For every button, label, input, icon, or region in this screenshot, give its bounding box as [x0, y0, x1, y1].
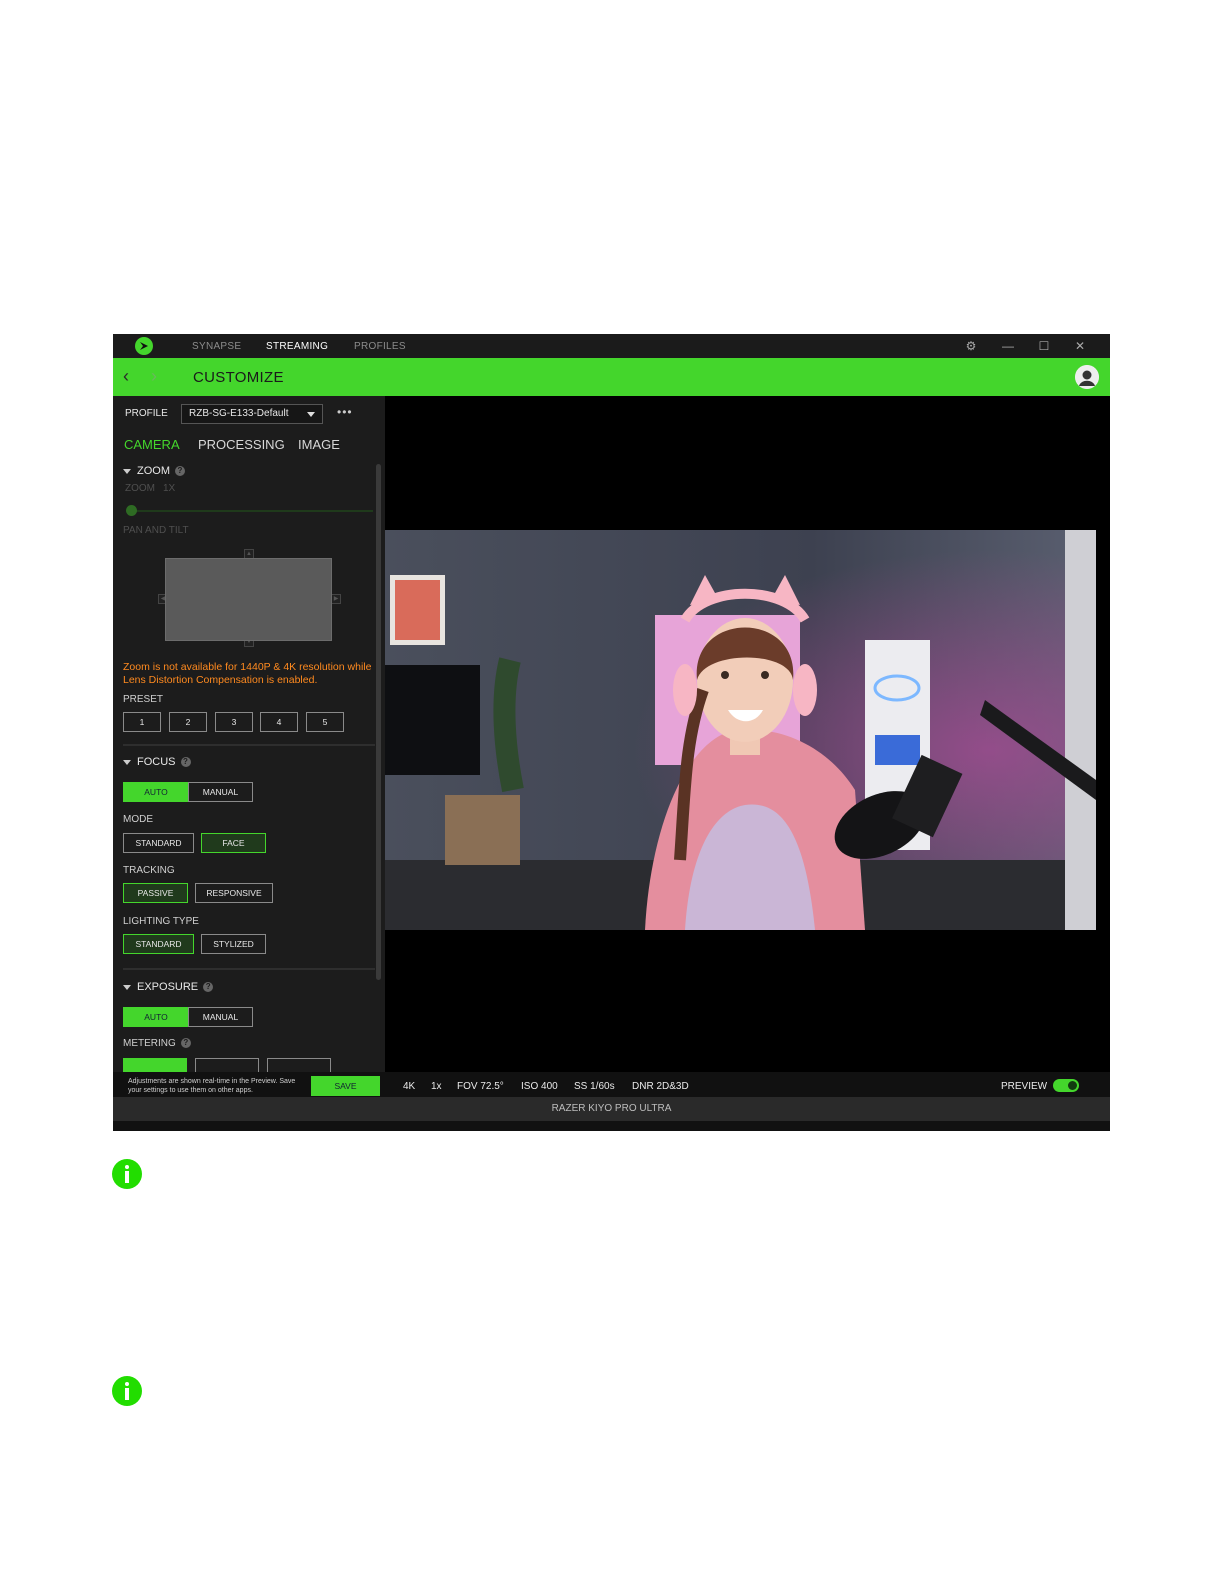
collapse-triangle-icon: [123, 468, 131, 474]
zoom-title: ZOOM: [137, 465, 170, 477]
lighting-type-label: LIGHTING TYPE: [123, 916, 199, 927]
nav-synapse[interactable]: SYNAPSE: [192, 341, 241, 352]
pan-tilt-area[interactable]: [165, 558, 332, 641]
info-icon: [112, 1376, 142, 1406]
tab-processing[interactable]: PROCESSING: [198, 437, 285, 452]
mode-standard-button[interactable]: STANDARD: [123, 833, 194, 853]
profile-value: RZB-SG-E133-Default: [189, 408, 289, 419]
metering-row: METERING?: [123, 1038, 191, 1049]
stat-iso: ISO 400: [521, 1081, 558, 1092]
tracking-responsive-button[interactable]: RESPONSIVE: [195, 883, 273, 903]
focus-section-header[interactable]: FOCUS?: [123, 756, 191, 768]
preset-1-button[interactable]: 1: [123, 712, 161, 732]
focus-title: FOCUS: [137, 756, 176, 768]
exposure-section-header[interactable]: EXPOSURE?: [123, 981, 214, 993]
collapse-triangle-icon: [123, 984, 131, 990]
tracking-passive-button[interactable]: PASSIVE: [123, 883, 188, 903]
header-bar: ‹ › CUSTOMIZE: [113, 358, 1110, 396]
preset-5-button[interactable]: 5: [306, 712, 344, 732]
settings-gear-icon[interactable]: ⚙: [963, 338, 979, 354]
preview-label: PREVIEW: [1001, 1081, 1048, 1092]
nav-streaming[interactable]: STREAMING: [266, 341, 328, 352]
settings-panel: PROFILE RZB-SG-E133-Default ••• CAMERA P…: [113, 396, 385, 1072]
page-title: CUSTOMIZE: [193, 369, 284, 386]
exposure-title: EXPOSURE: [137, 981, 199, 993]
minimize-icon[interactable]: —: [1000, 338, 1016, 354]
exposure-auto-button[interactable]: AUTO: [123, 1007, 189, 1027]
panel-scrollbar[interactable]: [376, 464, 381, 980]
profile-label: PROFILE: [125, 408, 168, 419]
tab-image[interactable]: IMAGE: [298, 437, 340, 452]
lighting-stylized-button[interactable]: STYLIZED: [201, 934, 266, 954]
focus-manual-button[interactable]: MANUAL: [188, 782, 253, 802]
metering-option-button[interactable]: [123, 1058, 187, 1072]
zoom-label: ZOOM: [125, 483, 155, 494]
preset-4-button[interactable]: 4: [260, 712, 298, 732]
zoom-section-header[interactable]: ZOOM?: [123, 465, 185, 477]
preview-toggle[interactable]: [1053, 1079, 1079, 1092]
exposure-manual-button[interactable]: MANUAL: [188, 1007, 253, 1027]
zoom-slider-track: [127, 510, 373, 512]
metering-option-button[interactable]: [195, 1058, 259, 1072]
help-icon[interactable]: ?: [180, 757, 191, 768]
stat-resolution: 4K: [403, 1081, 416, 1092]
section-divider: [123, 968, 375, 970]
close-icon[interactable]: ✕: [1072, 338, 1088, 354]
tab-camera[interactable]: CAMERA: [124, 437, 180, 452]
metering-label: METERING: [123, 1038, 176, 1049]
camera-preview: [385, 396, 1110, 1072]
preset-label: PRESET: [123, 694, 164, 705]
zoom-warning-text: Zoom is not available for 1440P & 4K res…: [123, 661, 372, 686]
pan-tilt-label: PAN AND TILT: [123, 525, 189, 536]
chevron-down-icon: [307, 412, 315, 417]
mode-label: MODE: [123, 814, 153, 825]
preset-2-button[interactable]: 2: [169, 712, 207, 732]
save-button[interactable]: SAVE: [311, 1076, 380, 1096]
mode-face-button[interactable]: FACE: [201, 833, 266, 853]
pan-right-icon[interactable]: ▶: [331, 594, 341, 604]
section-divider: [123, 744, 375, 746]
help-icon[interactable]: ?: [180, 1038, 191, 1049]
camera-preview-image: [385, 530, 1096, 930]
help-icon[interactable]: ?: [175, 466, 185, 477]
stat-shutter: SS 1/60s: [574, 1081, 615, 1092]
title-bar: SYNAPSE STREAMING PROFILES ⚙ — ☐ ✕: [113, 334, 1110, 358]
metering-option-button[interactable]: [267, 1058, 331, 1072]
adjustment-note: Adjustments are shown real-time in the P…: [128, 1078, 296, 1094]
forward-arrow-icon[interactable]: ›: [151, 366, 157, 386]
stat-zoom: 1x: [431, 1081, 442, 1092]
device-name: RAZER KIYO PRO ULTRA: [551, 1103, 672, 1114]
zoom-slider-handle[interactable]: [126, 505, 137, 516]
back-arrow-icon[interactable]: ‹: [123, 366, 129, 386]
stat-dnr: DNR 2D&3D: [632, 1081, 689, 1092]
nav-profiles[interactable]: PROFILES: [354, 341, 406, 352]
info-icon: [112, 1159, 142, 1189]
device-bar: RAZER KIYO PRO ULTRA: [113, 1097, 1110, 1121]
user-avatar-icon[interactable]: [1075, 365, 1099, 389]
maximize-icon[interactable]: ☐: [1036, 338, 1052, 354]
lighting-standard-button[interactable]: STANDARD: [123, 934, 194, 954]
stat-fov: FOV 72.5°: [457, 1081, 504, 1092]
focus-auto-button[interactable]: AUTO: [123, 782, 189, 802]
profile-dropdown[interactable]: RZB-SG-E133-Default: [181, 404, 323, 424]
collapse-triangle-icon: [123, 759, 131, 765]
zoom-value: 1x: [163, 483, 176, 494]
synapse-window: SYNAPSE STREAMING PROFILES ⚙ — ☐ ✕ ‹ › C…: [113, 334, 1110, 1131]
tracking-label: TRACKING: [123, 865, 175, 876]
more-options-icon[interactable]: •••: [337, 405, 353, 419]
help-icon[interactable]: ?: [203, 982, 214, 993]
preset-3-button[interactable]: 3: [215, 712, 253, 732]
razer-logo-icon: [135, 337, 153, 355]
